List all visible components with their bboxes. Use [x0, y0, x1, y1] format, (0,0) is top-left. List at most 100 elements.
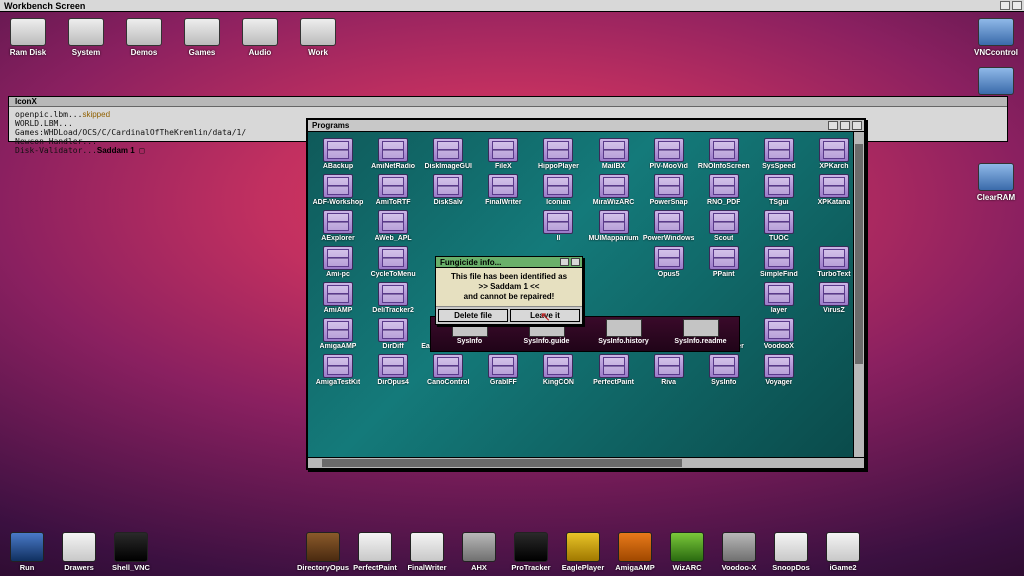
desktop-disk-system[interactable]: System [64, 18, 108, 57]
program-drawer-canocontrol[interactable]: CanoControl [422, 354, 474, 386]
screen-menubar[interactable]: Workbench Screen [0, 0, 1024, 12]
dock-app-icon [10, 532, 44, 562]
desktop-disk-demos[interactable]: Demos [122, 18, 166, 57]
programs-icon-area[interactable]: ABackupAmiNetRadioDiskImageGUIFileXHippo… [308, 132, 864, 457]
drawer-icon [433, 174, 463, 198]
desktop-tool-vnccontrol[interactable]: VNCcontrol [974, 18, 1018, 57]
program-drawer-delitracker2[interactable]: DeliTracker2 [367, 282, 419, 314]
programs-window[interactable]: Programs ABackupAmiNetRadioDiskImageGUIF… [306, 118, 866, 470]
program-drawer-aweb-apl[interactable]: AWeb_APL [367, 210, 419, 242]
dock-item-amigaamp[interactable]: AmigaAMP [614, 532, 656, 572]
program-drawer-amitortf[interactable]: AmiToRTF [367, 174, 419, 206]
program-drawer-sysinfo[interactable]: SysInfo [698, 354, 750, 386]
dock-item-run[interactable]: Run [6, 532, 48, 572]
program-drawer-powerwindows[interactable]: PowerWindows [643, 210, 695, 242]
vscroll-thumb[interactable] [855, 144, 863, 364]
dock-item-igame2[interactable]: iGame2 [822, 532, 864, 572]
program-drawer-rno-pdf[interactable]: RNO_PDF [698, 174, 750, 206]
program-drawer-disksalv[interactable]: DiskSalv [422, 174, 474, 206]
requester-close-gadget[interactable] [560, 258, 569, 266]
program-drawer-adf-workshop[interactable]: ADF-Workshop [312, 174, 364, 206]
drawer-label: AWeb_APL [375, 235, 412, 242]
desktop-disk-audio[interactable]: Audio [238, 18, 282, 57]
program-drawer-amigaamp[interactable]: AmigaAMP [312, 318, 364, 350]
program-drawer-rnoinfoscreen[interactable]: RNOInfoScreen [698, 138, 750, 170]
programs-titlebar[interactable]: Programs [308, 120, 864, 132]
program-drawer-diskimagegui[interactable]: DiskImageGUI [422, 138, 474, 170]
drawer-label: MailBX [602, 163, 625, 170]
program-drawer-scout[interactable]: Scout [698, 210, 750, 242]
dock-item-finalwriter[interactable]: FinalWriter [406, 532, 448, 572]
dock-item-perfectpaint[interactable]: PerfectPaint [354, 532, 396, 572]
program-drawer-tuoc[interactable]: TUOC [753, 210, 805, 242]
screen-title: Workbench Screen [4, 1, 85, 11]
dock-item-ahx[interactable]: AHX [458, 532, 500, 572]
dock-item-directoryopus[interactable]: DirectoryOpus [302, 532, 344, 572]
dock-item-wizarc[interactable]: WizARC [666, 532, 708, 572]
program-drawer-opus5[interactable]: Opus5 [643, 246, 695, 278]
desktop-disk-ram-disk[interactable]: Ram Disk [6, 18, 50, 57]
program-drawer-grabiff[interactable]: GrabIFF [477, 354, 529, 386]
hscroll-thumb[interactable] [322, 459, 682, 467]
programs-hscroll[interactable] [308, 457, 864, 468]
dock-item-drawers[interactable]: Drawers [58, 532, 100, 572]
amidock[interactable]: RunDrawersShell_VNC DirectoryOpusPerfectP… [6, 532, 864, 572]
program-drawer-tsgui[interactable]: TSgui [753, 174, 805, 206]
drawer-label: MiraWizARC [593, 199, 635, 206]
program-drawer-mailbx[interactable]: MailBX [588, 138, 640, 170]
sysinfo-item-sysinfo-readme[interactable]: SysInfo.readme [666, 319, 736, 345]
sysinfo-item-sysinfo-history[interactable]: SysInfo.history [589, 319, 659, 345]
screen-other-gadget[interactable] [1012, 1, 1022, 10]
file-icon [683, 319, 719, 337]
program-drawer-piv-moovid[interactable]: PIV-MooVid [643, 138, 695, 170]
dock-item-protracker[interactable]: ProTracker [510, 532, 552, 572]
program-drawer-layer[interactable]: layer [753, 282, 805, 314]
program-drawer-voyager[interactable]: Voyager [753, 354, 805, 386]
program-drawer-mirawizarc[interactable]: MiraWizARC [588, 174, 640, 206]
desktop-disk-games[interactable]: Games [180, 18, 224, 57]
desktop-tool-unnamed[interactable] [974, 67, 1018, 97]
program-drawer-ami-pc[interactable]: Ami-pc [312, 246, 364, 278]
program-drawer-amiamp[interactable]: AmiAMP [312, 282, 364, 314]
screen-depth-gadget[interactable] [1000, 1, 1010, 10]
requester-titlebar[interactable]: Fungicide info... [436, 257, 582, 268]
dock-item-shell-vnc[interactable]: Shell_VNC [110, 532, 152, 572]
window-iconify-gadget[interactable] [828, 121, 838, 130]
file-label: SysInfo.readme [674, 338, 726, 345]
program-drawer-powersnap[interactable]: PowerSnap [643, 174, 695, 206]
delete-file-button[interactable]: Delete file [438, 309, 508, 322]
program-drawer-aminetradio[interactable]: AmiNetRadio [367, 138, 419, 170]
program-drawer-iconian[interactable]: Iconian [532, 174, 584, 206]
window-depth-gadget[interactable] [852, 121, 862, 130]
desktop-disk-work[interactable]: Work [296, 18, 340, 57]
program-drawer-ppaint[interactable]: PPaint [698, 246, 750, 278]
program-drawer-dirdiff[interactable]: DirDiff [367, 318, 419, 350]
program-drawer-kingcon[interactable]: KingCON [532, 354, 584, 386]
leave-it-button[interactable]: Leave it [510, 309, 580, 322]
program-drawer-abackup[interactable]: ABackup [312, 138, 364, 170]
program-drawer-diropus4[interactable]: DirOpus4 [367, 354, 419, 386]
program-drawer-hippoplayer[interactable]: HippoPlayer [532, 138, 584, 170]
dock-item-snoopdos[interactable]: SnoopDos [770, 532, 812, 572]
program-drawer-ll[interactable]: ll [532, 210, 584, 242]
program-drawer-sysspeed[interactable]: SysSpeed [753, 138, 805, 170]
program-drawer-cycletomenu[interactable]: CycleToMenu [367, 246, 419, 278]
requester-depth-gadget[interactable] [571, 258, 580, 266]
programs-vscroll[interactable] [853, 132, 864, 457]
program-drawer-aexplorer[interactable]: AExplorer [312, 210, 364, 242]
dock-item-eagleplayer[interactable]: EaglePlayer [562, 532, 604, 572]
program-drawer-riva[interactable]: Riva [643, 354, 695, 386]
iconx-titlebar[interactable]: IconX [9, 97, 1007, 107]
program-drawer-muimapparium[interactable]: MUIMapparium [588, 210, 640, 242]
program-drawer-finalwriter[interactable]: FinalWriter [477, 174, 529, 206]
desktop-tool-clearram[interactable]: ClearRAM [974, 163, 1018, 202]
program-drawer-perfectpaint[interactable]: PerfectPaint [588, 354, 640, 386]
program-drawer-voodoox[interactable]: VoodooX [753, 318, 805, 350]
program-drawer-amigatestkit[interactable]: AmigaTestKit [312, 354, 364, 386]
window-zoom-gadget[interactable] [840, 121, 850, 130]
file-label: SysInfo [457, 338, 482, 345]
program-drawer-filex[interactable]: FileX [477, 138, 529, 170]
program-drawer-simplefind[interactable]: SimpleFind [753, 246, 805, 278]
dock-item-voodoo-x[interactable]: Voodoo-X [718, 532, 760, 572]
drawer-label: AmigaTestKit [316, 379, 361, 386]
